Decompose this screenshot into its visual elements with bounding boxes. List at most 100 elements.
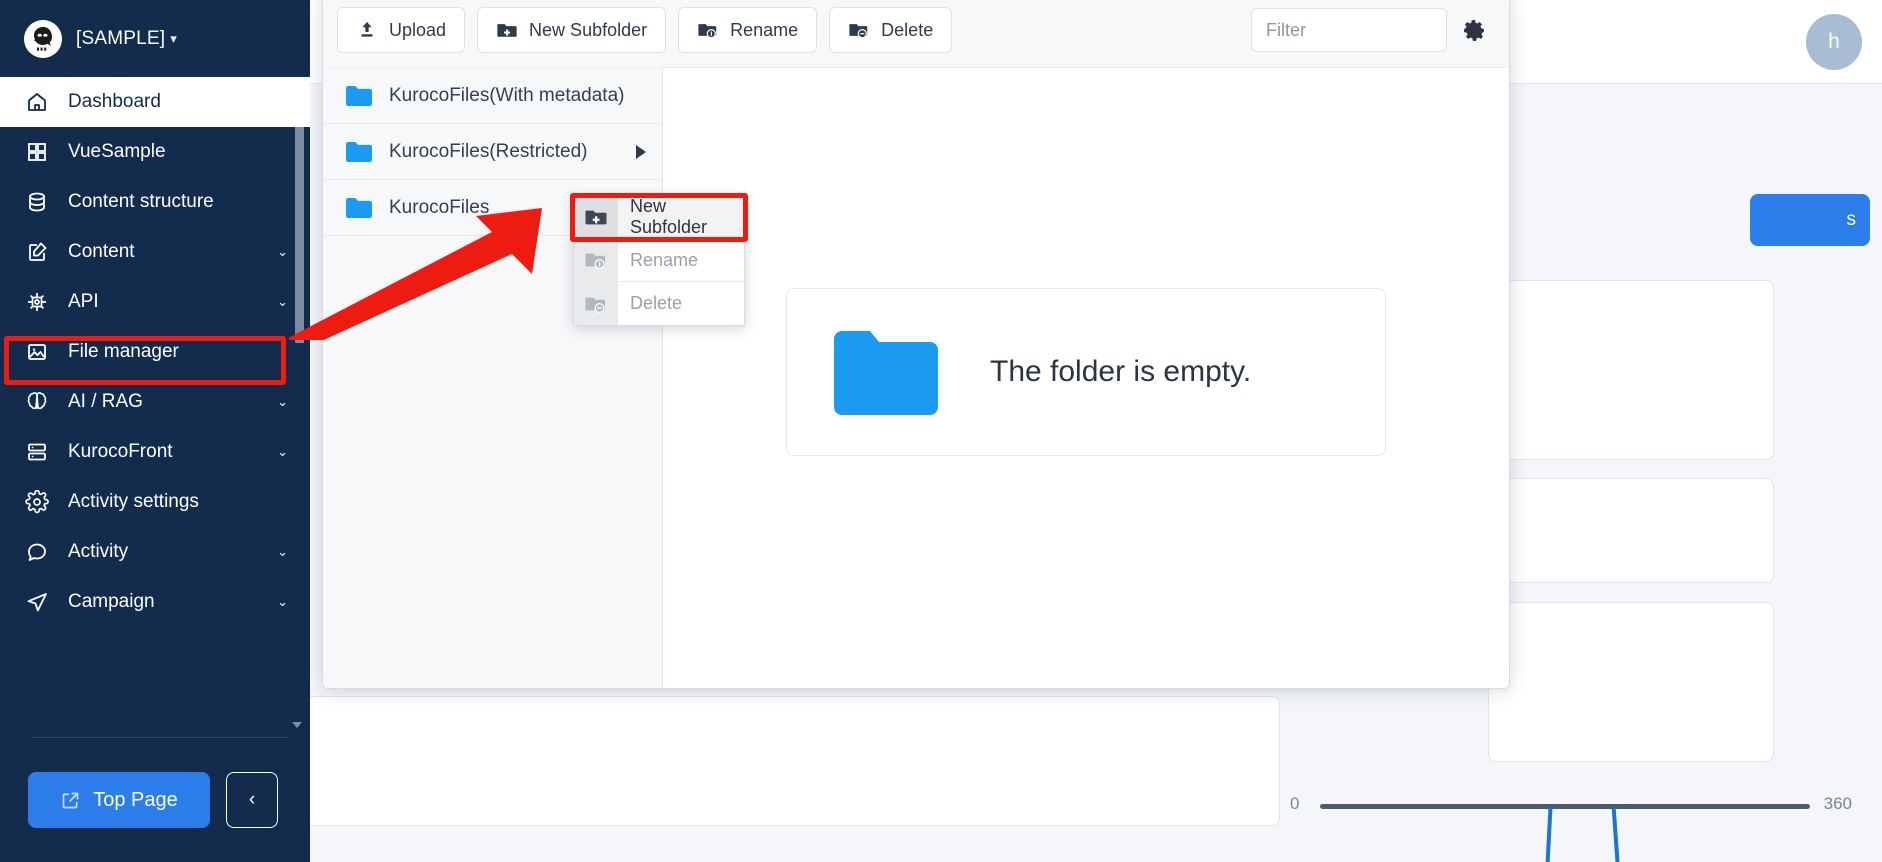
edit-square-icon: [24, 239, 50, 265]
upload-icon: [356, 19, 378, 41]
settings-gear-icon[interactable]: [1459, 15, 1489, 45]
sidebar-nav: Dashboard VueSample Content structure: [0, 77, 310, 730]
expand-arrow-icon[interactable]: [636, 145, 646, 159]
sidebar-item-vuesample[interactable]: VueSample: [0, 127, 310, 177]
background-card: [1488, 280, 1774, 460]
kuroco-ninja-logo-icon: [24, 20, 62, 58]
background-card: [1488, 478, 1774, 583]
gear-icon: [24, 489, 50, 515]
chevron-left-icon: ‹: [249, 789, 255, 811]
chevron-down-icon: ⌄: [277, 394, 288, 410]
collapse-sidebar-button[interactable]: ‹: [226, 772, 278, 828]
server-icon: [24, 439, 50, 465]
folder-name: KurocoFiles(With metadata): [389, 85, 646, 107]
sidebar-item-ai-rag[interactable]: AI / RAG ⌄: [0, 377, 310, 427]
sidebar-item-activity[interactable]: Activity ⌄: [0, 527, 310, 577]
sidebar-item-label: Activity settings: [68, 491, 288, 513]
paper-plane-icon: [24, 589, 50, 615]
file-manager-body: KurocoFiles(With metadata) KurocoFiles(R…: [323, 68, 1509, 688]
upload-button[interactable]: Upload: [337, 7, 465, 53]
grid-icon: [24, 139, 50, 165]
sidebar-item-label: KurocoFront: [68, 441, 259, 463]
top-page-button[interactable]: Top Page: [28, 772, 210, 828]
slider-min-label: 0: [1290, 794, 1299, 814]
chat-bubble-icon: [24, 539, 50, 565]
workspace-selector[interactable]: [SAMPLE] ▾: [76, 28, 177, 50]
sidebar-item-campaign[interactable]: Campaign ⌄: [0, 577, 310, 627]
context-menu-item-new-subfolder[interactable]: New Subfolder: [574, 196, 744, 239]
folder-minus-icon: [848, 19, 870, 41]
chip-icon: [24, 289, 50, 315]
database-icon: [24, 189, 50, 215]
folder-row[interactable]: KurocoFiles(Restricted): [323, 124, 662, 180]
background-card: [1488, 602, 1774, 762]
folder-name: KurocoFiles(Restricted): [389, 141, 620, 163]
sidebar-item-dashboard[interactable]: Dashboard: [0, 77, 310, 127]
folder-icon: [345, 85, 373, 107]
chevron-down-icon: ⌄: [277, 444, 288, 460]
sidebar-item-content-structure[interactable]: Content structure: [0, 177, 310, 227]
rename-button[interactable]: Rename: [678, 7, 817, 53]
chevron-down-icon: ⌄: [277, 544, 288, 560]
chevron-down-icon: ⌄: [277, 244, 288, 260]
chevron-down-icon: ▾: [170, 31, 177, 47]
chevron-down-icon: ⌄: [277, 594, 288, 610]
image-icon: [24, 339, 50, 365]
sidebar-item-label: AI / RAG: [68, 391, 259, 413]
scroll-down-arrow-icon[interactable]: [292, 722, 302, 728]
context-menu-label: Delete: [618, 293, 682, 314]
folder-rename-icon: [574, 239, 618, 281]
empty-folder-card: The folder is empty.: [786, 288, 1386, 456]
external-link-icon: [60, 790, 81, 811]
new-subfolder-button[interactable]: New Subfolder: [477, 7, 666, 53]
folder-icon: [345, 197, 373, 219]
file-list-pane: The folder is empty.: [663, 68, 1509, 688]
avatar[interactable]: h: [1806, 14, 1862, 70]
folder-plus-icon: [574, 196, 618, 238]
folder-icon: [832, 329, 942, 415]
sidebar-item-label: Content structure: [68, 191, 288, 213]
sidebar-item-label: Activity: [68, 541, 259, 563]
sidebar-item-api[interactable]: API ⌄: [0, 277, 310, 327]
chevron-down-icon: ⌄: [277, 294, 288, 310]
top-page-label: Top Page: [93, 789, 178, 812]
background-card: [180, 696, 1280, 826]
new-subfolder-label: New Subfolder: [529, 20, 647, 41]
sidebar-footer: Top Page ‹: [0, 738, 310, 862]
folder-minus-icon: [574, 282, 618, 325]
filter-input[interactable]: [1251, 8, 1447, 52]
file-manager-toolbar: Upload New Subfolder Rename Delete: [323, 0, 1509, 68]
background-primary-button[interactable]: s: [1750, 194, 1870, 246]
delete-label: Delete: [881, 20, 933, 41]
home-icon: [24, 89, 50, 115]
folder-plus-icon: [496, 19, 518, 41]
upload-label: Upload: [389, 20, 446, 41]
file-manager-modal: Upload New Subfolder Rename Delete: [322, 0, 1510, 689]
context-menu-label: New Subfolder: [618, 196, 744, 238]
sidebar-item-label: File manager: [68, 341, 288, 363]
delete-button[interactable]: Delete: [829, 7, 952, 53]
rename-label: Rename: [730, 20, 798, 41]
slider-track[interactable]: [1320, 804, 1810, 809]
sidebar-item-content[interactable]: Content ⌄: [0, 227, 310, 277]
context-menu-item-delete[interactable]: Delete: [574, 282, 744, 325]
sidebar-item-label: Content: [68, 241, 259, 263]
sidebar-item-label: Campaign: [68, 591, 259, 613]
sidebar-item-label: API: [68, 291, 259, 313]
empty-folder-message: The folder is empty.: [990, 355, 1251, 389]
sidebar-item-label: VueSample: [68, 141, 288, 163]
sidebar-item-kurocofront[interactable]: KurocoFront ⌄: [0, 427, 310, 477]
workspace-name: [SAMPLE]: [76, 28, 165, 50]
brain-icon: [24, 389, 50, 415]
folder-icon: [345, 141, 373, 163]
sidebar: [SAMPLE] ▾ Dashboard VueSample: [0, 0, 310, 862]
sidebar-item-activity-settings[interactable]: Activity settings: [0, 477, 310, 527]
sidebar-item-file-manager[interactable]: File manager: [0, 327, 310, 377]
folder-rename-icon: [697, 19, 719, 41]
sidebar-item-label: Dashboard: [68, 91, 288, 113]
folder-row[interactable]: KurocoFiles(With metadata): [323, 68, 662, 124]
context-menu-label: Rename: [618, 250, 698, 271]
sidebar-header: [SAMPLE] ▾: [0, 0, 310, 77]
context-menu-item-rename[interactable]: Rename: [574, 239, 744, 282]
background-slider[interactable]: 0 360: [1290, 788, 1852, 834]
